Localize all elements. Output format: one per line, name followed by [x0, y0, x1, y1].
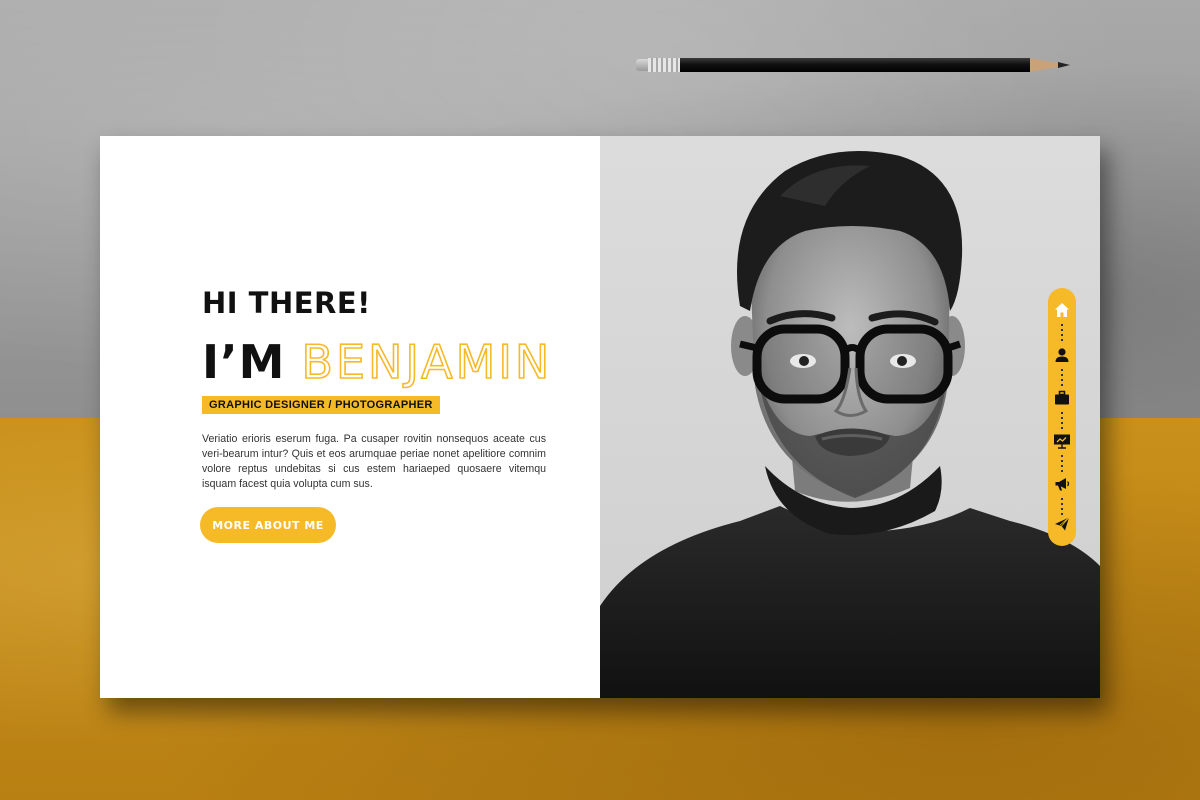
- hero-greeting: HI THERE!: [202, 286, 371, 320]
- portrait-photo: [600, 136, 1100, 698]
- nav-about-button[interactable]: [1048, 343, 1076, 367]
- website-mockup-card: HI THERE! I’M BENJAMIN GRAPHIC DESIGNER …: [100, 136, 1100, 698]
- megaphone-icon: [1055, 478, 1070, 491]
- hero-name: BENJAMIN: [301, 334, 553, 390]
- user-icon: [1055, 348, 1069, 362]
- nav-separator: [1061, 412, 1063, 430]
- nav-contact-button[interactable]: [1048, 512, 1076, 536]
- portrait-illustration: [600, 151, 1100, 698]
- nav-separator: [1061, 324, 1063, 342]
- nav-separator: [1061, 455, 1063, 473]
- nav-separator: [1061, 369, 1063, 387]
- briefcase-icon: [1055, 390, 1069, 405]
- hero-name-heading: I’M BENJAMIN: [202, 334, 552, 390]
- more-about-me-button[interactable]: MORE ABOUT ME: [200, 507, 336, 543]
- nav-services-button[interactable]: [1048, 429, 1076, 453]
- nav-home-button[interactable]: [1048, 298, 1076, 322]
- hero-bio: Veriatio erioris eserum fuga. Pa cusaper…: [202, 433, 546, 490]
- home-icon: [1055, 303, 1069, 317]
- hero-text-panel: HI THERE! I’M BENJAMIN GRAPHIC DESIGNER …: [100, 136, 600, 698]
- side-navigation: [1048, 288, 1076, 546]
- presentation-icon: [1054, 434, 1070, 449]
- paper-plane-icon: [1055, 517, 1070, 531]
- role-badge: GRAPHIC DESIGNER / PHOTOGRAPHER: [202, 396, 440, 414]
- nav-portfolio-button[interactable]: [1048, 386, 1076, 410]
- pencil-decoration: [636, 58, 1076, 72]
- nav-news-button[interactable]: [1048, 472, 1076, 496]
- name-prefix: I’M: [202, 335, 286, 389]
